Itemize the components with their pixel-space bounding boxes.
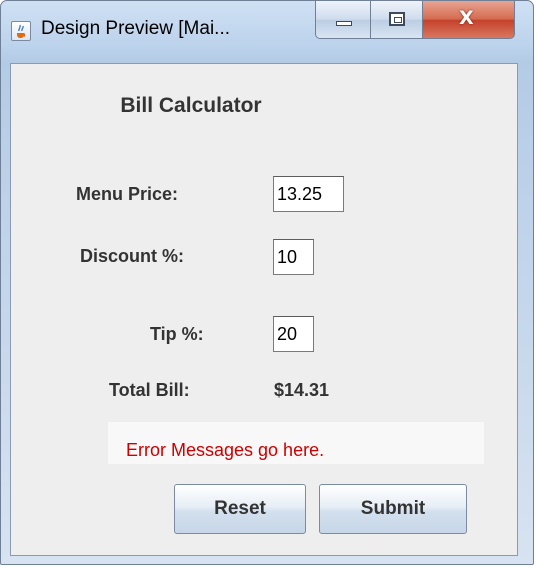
maximize-button[interactable] bbox=[371, 1, 423, 39]
minimize-icon bbox=[336, 21, 352, 26]
page-title: Bill Calculator bbox=[120, 94, 262, 117]
tip-field[interactable] bbox=[273, 316, 314, 352]
error-message-panel: Error Messages go here. bbox=[108, 422, 484, 464]
java-cup-icon[interactable] bbox=[11, 21, 31, 41]
maximize-icon bbox=[389, 12, 405, 26]
menu-price-label: Menu Price: bbox=[76, 184, 179, 204]
discount-field[interactable] bbox=[273, 239, 314, 275]
total-bill-value: $14.31 bbox=[274, 380, 330, 400]
calculator-panel: Bill Calculator Menu Price: Discount %: … bbox=[10, 63, 518, 556]
menu-price-field[interactable] bbox=[273, 176, 344, 212]
tip-label: Tip %: bbox=[150, 324, 204, 344]
application-window: Design Preview [Mai... X Bill Calculator… bbox=[0, 0, 534, 565]
total-bill-label: Total Bill: bbox=[109, 380, 190, 400]
title-bar[interactable]: Design Preview [Mai... X bbox=[1, 1, 533, 59]
reset-button[interactable]: Reset bbox=[174, 484, 306, 534]
submit-button[interactable]: Submit bbox=[319, 484, 467, 534]
minimize-button[interactable] bbox=[315, 1, 371, 39]
close-icon: X bbox=[459, 7, 474, 29]
close-button[interactable]: X bbox=[423, 1, 515, 39]
error-message: Error Messages go here. bbox=[126, 440, 325, 460]
window-title: Design Preview [Mai... bbox=[41, 18, 231, 39]
discount-label: Discount %: bbox=[80, 246, 185, 266]
caption-buttons: X bbox=[315, 1, 515, 39]
